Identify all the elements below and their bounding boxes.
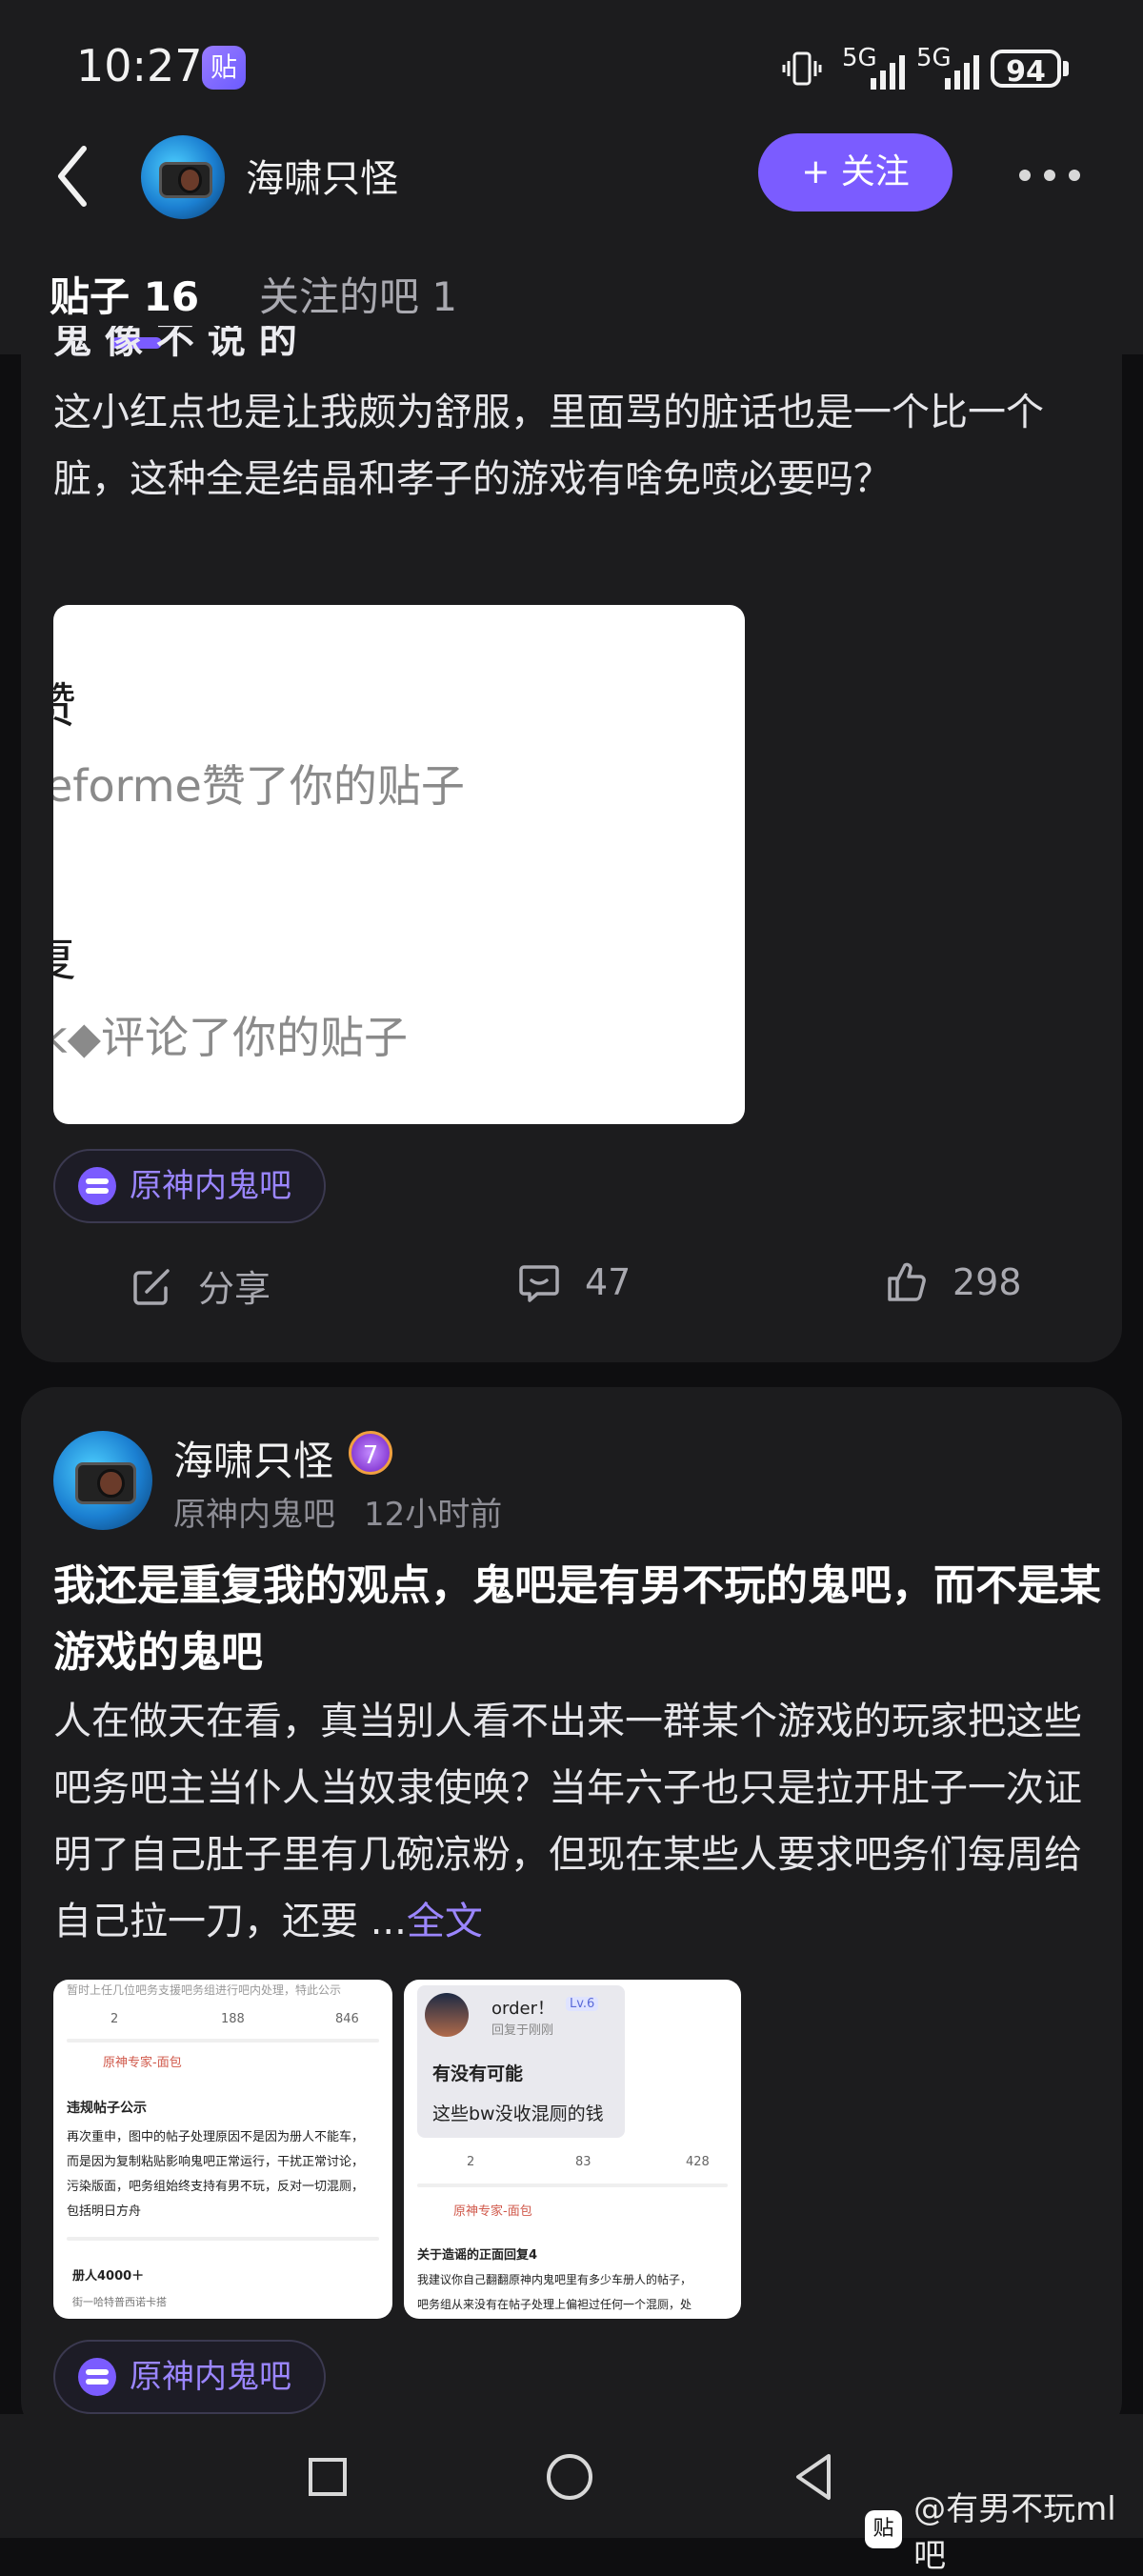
thumb2-reply-user: order！ (491, 1999, 554, 2019)
share-label: 分享 (198, 1268, 271, 1310)
thumb2-stat-b: 83 (575, 2155, 592, 2169)
thumb1-heading: 违规帖子公示 (67, 2101, 147, 2116)
status-time: 10:27 (76, 40, 203, 91)
thumb1-bottom1: 册人4000＋ (72, 2269, 145, 2284)
forum-icon (78, 2358, 116, 2396)
read-full-link[interactable]: 全文 (407, 1900, 483, 1943)
thumb1-p3: 污染版面，吧务组始终支持有男不玩，反对一切混厕， (67, 2180, 365, 2194)
back-nav-icon[interactable] (791, 2450, 836, 2504)
comment-count: 47 (585, 1261, 632, 1303)
post-body-text-2[interactable]: 人在做天在看，真当别人看不出来一群某个游戏的玩家把这些吧务吧主当仆人当奴隶使唤？… (53, 1688, 1101, 1955)
image-text-like-heading: 赞 (53, 668, 76, 736)
thumb2-stat-a: 2 (467, 2155, 475, 2169)
level-badge: 7 (349, 1431, 392, 1475)
thumb1-user: 原神专家-面包 (103, 2056, 182, 2070)
ellipsis: ... (370, 1900, 407, 1943)
image-text-reply-notice: k◆评论了你的贴子 (53, 1012, 409, 1063)
thumb2-p1: 我建议你自己翻翻原神内鬼吧里有多少车册人的帖子， (417, 2273, 692, 2286)
post-body-content: 人在做天在看，真当别人看不出来一群某个游戏的玩家把这些吧务吧主当仆人当奴隶使唤？… (53, 1700, 1082, 1943)
battery-cap (1063, 61, 1069, 76)
post-image-1[interactable]: 暂时上任几位吧务支援吧务组进行吧内处理，特此公示 2 188 846 原神专家-… (53, 1980, 392, 2319)
thumb2-stat-c: 428 (686, 2155, 710, 2169)
share-icon (133, 1268, 170, 1305)
thumb1-p4: 包括明日方舟 (67, 2204, 142, 2219)
image-text-reply-heading: 复 (53, 921, 76, 990)
thumb1-stat-c: 846 (335, 2012, 359, 2026)
thumb2-answer: 这些bw没收混厕的钱 (432, 2103, 604, 2124)
status-bar: 10:27 贴 5G 5G 94 (0, 0, 1143, 133)
like-count: 298 (952, 1261, 1022, 1303)
post-image[interactable]: 赞 eforme赞了你的贴子 复 k◆评论了你的贴子 (53, 605, 745, 1124)
forum-tag-2[interactable]: 原神内鬼吧 (53, 2340, 326, 2414)
like-button[interactable]: 298 (884, 1259, 1022, 1305)
thumbs-up-icon (888, 1262, 926, 1301)
image-text-like-notice: eforme赞了你的贴子 (53, 760, 465, 812)
thumb2-heading: 关于造谣的正面回复4 (417, 2248, 538, 2263)
comment-button[interactable]: 47 (516, 1259, 631, 1305)
comment-icon (519, 1265, 559, 1302)
post-author-avatar[interactable] (53, 1431, 152, 1530)
thumb1-p2: 而是因为复制粘贴影响鬼吧正常运行，干扰正常讨论， (67, 2155, 365, 2169)
tab-posts[interactable]: 贴子 16 (50, 265, 199, 323)
post-time: 12小时前 (364, 1496, 503, 1534)
forum-icon (78, 1167, 116, 1205)
battery-icon: 94 (991, 50, 1061, 89)
thumb1-p1: 再次重申，图中的帖子处理原因不是因为册人不能车， (67, 2130, 365, 2144)
post-title[interactable]: 我还是重复我的观点，鬼吧是有男不玩的鬼吧，而不是某游戏的鬼吧 (53, 1553, 1101, 1686)
thumb1-bottom2: 街一哈特普西诺卡搭 (72, 2296, 167, 2308)
thumb1-stat-b: 188 (221, 2012, 245, 2026)
post-author-name[interactable]: 海啸只怪 (173, 1429, 333, 1487)
post-title-cut: 鬼 像 不 说 的 (53, 326, 297, 360)
back-arrow-icon[interactable] (53, 143, 91, 210)
thumb2-user: 原神专家-面包 (453, 2204, 532, 2219)
post-body-text: 这小红点也是让我颇为舒服，里面骂的脏话也是一个比一个脏，这种全是结晶和孝子的游戏… (53, 391, 1044, 501)
tab-followed-forums[interactable]: 关注的吧 1 (259, 265, 457, 323)
follow-button[interactable]: + 关注 (758, 133, 952, 211)
avatar[interactable] (141, 135, 225, 219)
profile-name: 海啸只怪 (246, 157, 398, 201)
thumb2-reply-meta: 回复于刚刚 (491, 2023, 554, 2038)
post-image-2[interactable]: order！ Lv.6 回复于刚刚 有没有可能 这些bw没收混厕的钱 2 83 … (404, 1980, 741, 2319)
thumb2-question: 有没有可能 (432, 2063, 524, 2084)
home-icon[interactable] (547, 2454, 592, 2500)
watermark-text: @有男不玩ml吧 (913, 2490, 1116, 2575)
signal-icon-2 (945, 50, 979, 90)
thumb2-reply-level: Lv.6 (566, 1997, 599, 2011)
watermark: 贴 @有男不玩ml吧 (865, 2483, 1143, 2576)
thumb2-p2: 吧务组从来没有在帖子处理上偏袒过任何一个混厕，处 (417, 2298, 692, 2311)
more-options-icon[interactable] (1019, 170, 1080, 185)
thumb1-top-line: 暂时上任几位吧务支援吧务组进行吧内处理，特此公示 (67, 1983, 342, 1997)
thumb1-stat-a: 2 (110, 2012, 119, 2026)
forum-tag[interactable]: 原神内鬼吧 (53, 1149, 326, 1223)
tieba-logo-icon: 贴 (865, 2510, 903, 2548)
post-forum-meta[interactable]: 原神内鬼吧 (173, 1488, 335, 1535)
signal-icon-1 (871, 50, 905, 90)
share-button[interactable]: 分享 (130, 1259, 271, 1312)
app-notification-icon: 贴 (202, 46, 246, 90)
recent-apps-icon[interactable] (309, 2458, 347, 2496)
vibrate-icon (782, 51, 822, 86)
